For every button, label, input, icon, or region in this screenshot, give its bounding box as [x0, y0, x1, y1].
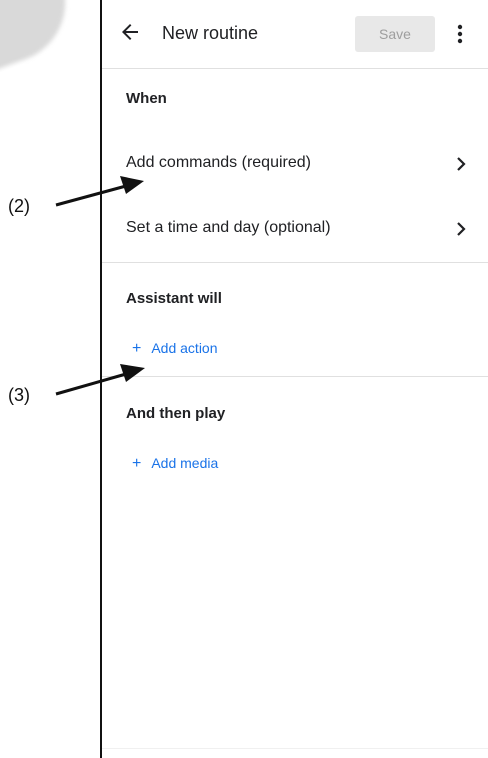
callout-arrow-3 [55, 364, 145, 396]
callout-arrows [55, 176, 145, 396]
callout-arrow-2 [55, 176, 144, 207]
